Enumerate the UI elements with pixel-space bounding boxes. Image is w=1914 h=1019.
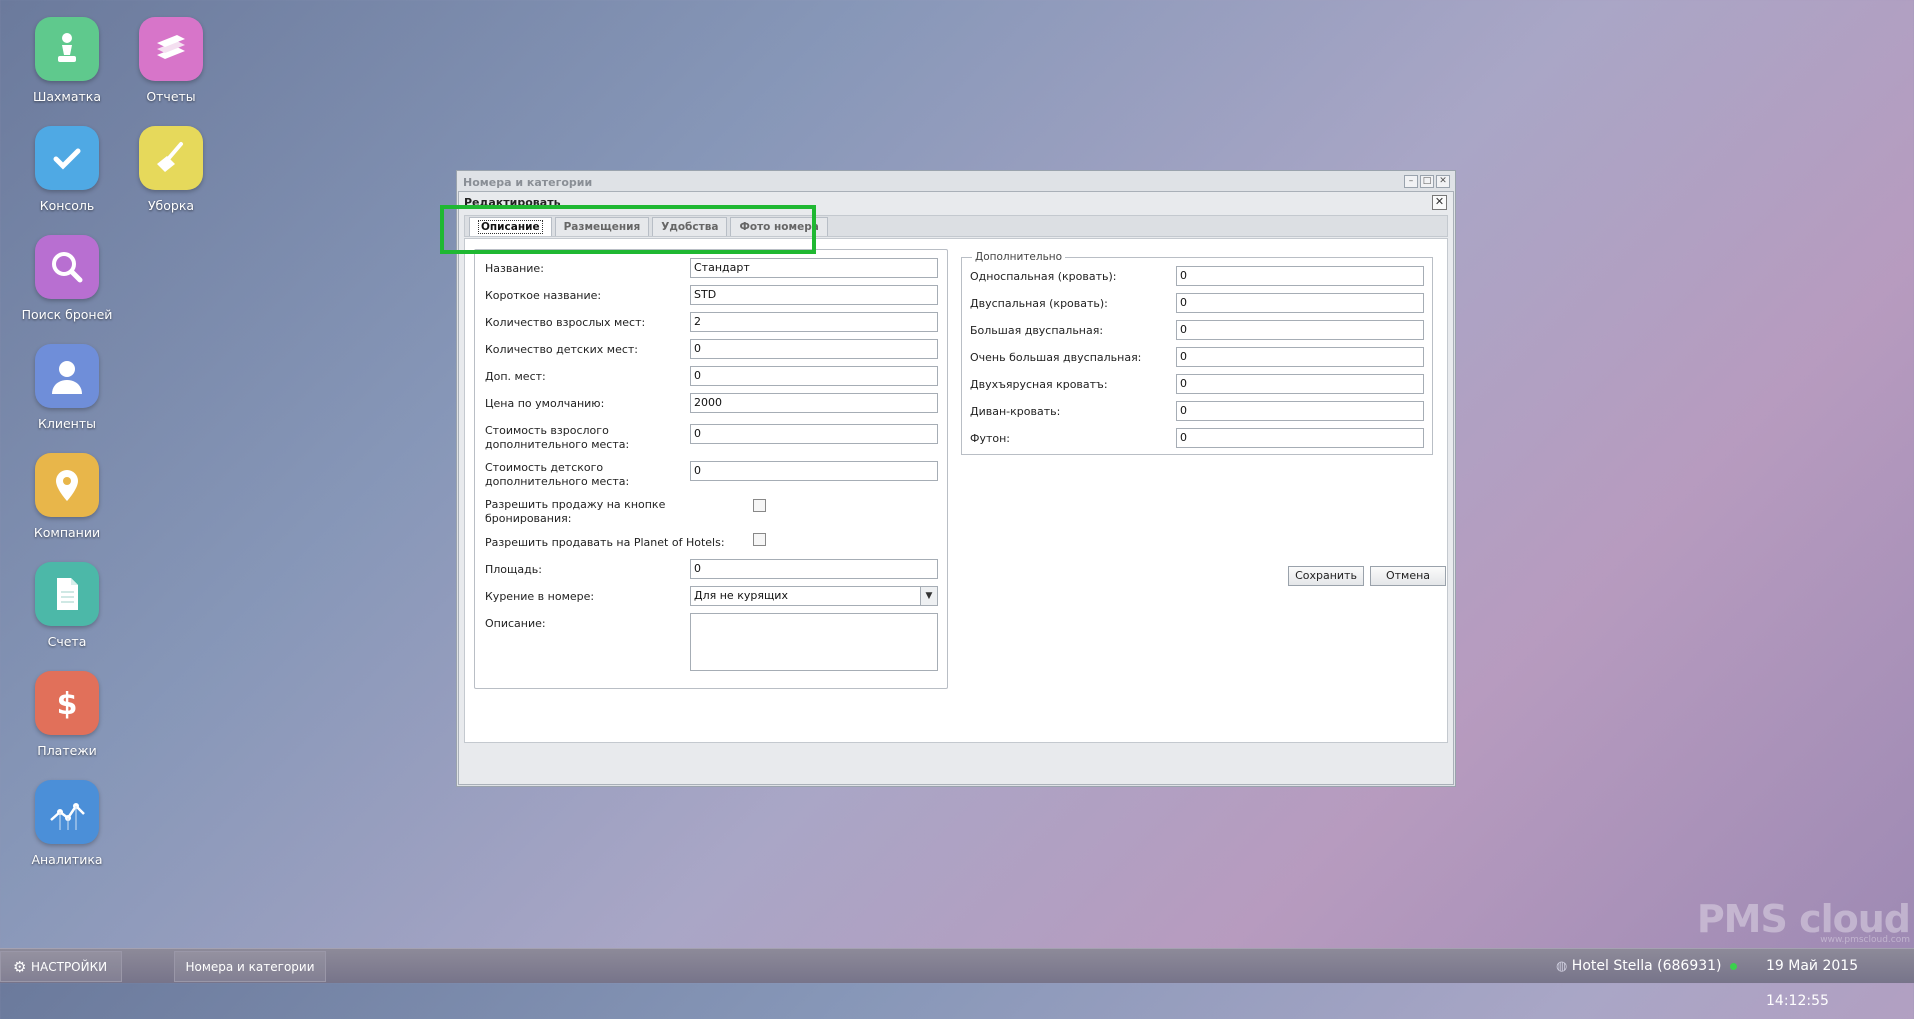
field-label: Доп. мест: — [485, 370, 546, 383]
cancel-button[interactable]: Отмена — [1370, 566, 1446, 586]
field-label: Курение в номере: — [485, 590, 595, 603]
short-name-input[interactable]: STD — [690, 285, 938, 305]
field-label: Диван-кровать: — [970, 405, 1061, 418]
name-input[interactable]: Стандарт — [690, 258, 938, 278]
document-icon — [35, 562, 99, 626]
desktop-icon-clients[interactable]: Клиенты — [15, 344, 119, 431]
desktop-icon-label: Консоль — [39, 198, 95, 213]
person-icon — [35, 344, 99, 408]
hotel-name: Hotel Stella (686931) — [1571, 958, 1722, 974]
desktop-icon-booking-search[interactable]: Поиск броней — [15, 235, 119, 322]
tabs-highlight-box — [440, 205, 816, 254]
futon-input[interactable]: 0 — [1176, 428, 1424, 448]
field-label: Цена по умолчанию: — [485, 397, 605, 410]
window-controls: – □ ✕ — [1404, 175, 1450, 188]
field-label: Количество детских мест: — [485, 343, 639, 356]
double-bed-input[interactable]: 0 — [1176, 293, 1424, 313]
desktop-icon-label: Клиенты — [37, 416, 96, 431]
field-label: Количество взрослых мест: — [485, 316, 646, 329]
desktop-icon-chessboard[interactable]: Шахматка — [15, 17, 119, 104]
fieldset-legend: Дополнительно — [972, 251, 1066, 263]
globe-icon: ◍ — [1556, 959, 1568, 974]
desktop-icon-label: Уборка — [147, 198, 195, 213]
field-label: Двухъярусная кроватъ: — [970, 378, 1108, 391]
desktop-icon-analytics[interactable]: Аналитика — [15, 780, 119, 867]
edit-dialog: Редактировать ✕ Описание Размещения Удоб… — [458, 191, 1454, 785]
single-bed-input[interactable]: 0 — [1176, 266, 1424, 286]
desktop-icon-label: Шахматка — [32, 89, 101, 104]
desktop-icon-invoices[interactable]: Счета — [15, 562, 119, 649]
default-price-input[interactable]: 2000 — [690, 393, 938, 413]
window-title: Номера и категории — [463, 176, 593, 189]
field-label: Односпальная (кровать): — [970, 270, 1117, 283]
desktop-icon-label: Отчеты — [146, 89, 196, 104]
taskbar-window-rooms-categories[interactable]: Номера и категории — [174, 951, 326, 982]
allow-planet-checkbox[interactable] — [753, 533, 766, 546]
field-label: Название: — [485, 262, 544, 275]
broom-icon — [139, 126, 203, 190]
allow-booking-button-checkbox[interactable] — [753, 499, 766, 512]
extra-places-input[interactable]: 0 — [690, 366, 938, 386]
chess-pawn-icon — [35, 17, 99, 81]
chevron-down-icon[interactable]: ▼ — [920, 587, 937, 605]
child-places-input[interactable]: 0 — [690, 339, 938, 359]
adult-extra-cost-input[interactable]: 0 — [690, 424, 938, 444]
field-label: Футон: — [970, 432, 1011, 445]
desktop-icon-console[interactable]: Консоль — [15, 126, 119, 213]
desktop-icon-payments[interactable]: $ Платежи — [15, 671, 119, 758]
field-label: Площадь: — [485, 563, 542, 576]
additional-fieldset: Дополнительно Односпальная (кровать): 0 … — [961, 251, 1433, 455]
location-pin-icon — [35, 453, 99, 517]
connection-status — [1730, 949, 1737, 984]
svg-text:$: $ — [57, 687, 78, 722]
field-label: Описание: — [485, 617, 546, 630]
description-textarea[interactable] — [690, 613, 938, 671]
minimize-icon[interactable]: – — [1404, 175, 1418, 188]
child-extra-cost-input[interactable]: 0 — [690, 461, 938, 481]
extra-large-double-input[interactable]: 0 — [1176, 347, 1424, 367]
dialog-close-icon[interactable]: ✕ — [1432, 195, 1447, 210]
desktop-icon-label: Счета — [47, 634, 87, 649]
taskbar: ⚙ НАСТРОЙКИ Номера и категории ◍ Hotel S… — [0, 948, 1914, 1009]
field-label: Стоимость детского дополнительного места… — [485, 461, 630, 488]
clock: 19 Май 2015 14:12:55 — [1766, 958, 1859, 1009]
desktop-icon-companies[interactable]: Компании — [15, 453, 119, 540]
main-fieldset: Название: Стандарт Короткое название: ST… — [474, 249, 948, 689]
large-double-input[interactable]: 0 — [1176, 320, 1424, 340]
sofa-bed-input[interactable]: 0 — [1176, 401, 1424, 421]
adult-places-input[interactable]: 2 — [690, 312, 938, 332]
field-label: Разрешить продажу на кнопке бронирования… — [485, 498, 666, 525]
dollar-icon: $ — [35, 671, 99, 735]
smoking-select[interactable]: Для не курящих ▼ — [690, 586, 938, 606]
gear-icon: ⚙ — [13, 958, 27, 976]
field-label: Очень большая двуспальная: — [970, 351, 1142, 364]
field-label: Короткое название: — [485, 289, 602, 302]
smoking-selected-value: Для не курящих — [694, 589, 788, 602]
close-icon[interactable]: ✕ — [1436, 175, 1450, 188]
field-label: Большая двуспальная: — [970, 324, 1104, 337]
analytics-chart-icon — [35, 780, 99, 844]
magnifier-icon — [35, 235, 99, 299]
bunk-bed-input[interactable]: 0 — [1176, 374, 1424, 394]
maximize-icon[interactable]: □ — [1420, 175, 1434, 188]
pms-cloud-watermark: PMS cloud www.pmscloud.com — [1697, 897, 1911, 945]
desktop-icon-cleaning[interactable]: Уборка — [119, 126, 223, 213]
desktop-icon-label: Поиск броней — [21, 307, 113, 322]
hotel-info: ◍ Hotel Stella (686931) — [1556, 949, 1722, 984]
save-button[interactable]: Сохранить — [1288, 566, 1364, 586]
desktop-icon-reports[interactable]: Отчеты — [119, 17, 223, 104]
desktop-icon-label: Платежи — [37, 743, 97, 758]
field-label: Двуспальная (кровать): — [970, 297, 1108, 310]
desktop-icon-label: Компании — [33, 525, 101, 540]
area-input[interactable]: 0 — [690, 559, 938, 579]
description-panel: Название: Стандарт Короткое название: ST… — [464, 238, 1448, 743]
field-label: Разрешить продавать на Planet of Hotels: — [485, 536, 725, 549]
check-icon — [35, 126, 99, 190]
books-icon — [139, 17, 203, 81]
field-label: Стоимость взрослого дополнительного мест… — [485, 424, 630, 451]
desktop-icon-label: Аналитика — [31, 852, 103, 867]
settings-button[interactable]: ⚙ НАСТРОЙКИ — [0, 951, 122, 982]
settings-label: НАСТРОЙКИ — [31, 960, 108, 974]
status-dot-icon — [1730, 963, 1737, 970]
